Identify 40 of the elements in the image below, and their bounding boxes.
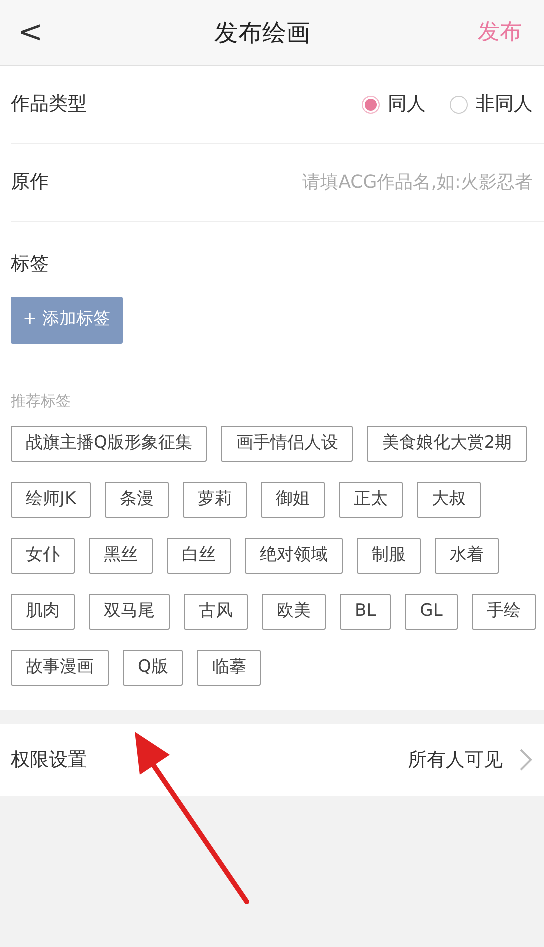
tag-chip[interactable]: 古风 [184, 594, 248, 630]
tag-chip[interactable]: 绝对领域 [245, 538, 343, 574]
radio-label[interactable]: 非同人 [476, 90, 533, 119]
tag-chip[interactable]: 战旗主播Q版形象征集 [11, 426, 208, 462]
tag-chip[interactable]: 白丝 [167, 538, 231, 574]
tag-chip[interactable]: Q版 [123, 650, 184, 686]
tag-chip[interactable]: 萝莉 [183, 482, 248, 518]
tag-chip[interactable]: 欧美 [262, 594, 326, 630]
tag-chip[interactable]: 条漫 [105, 482, 170, 518]
tag-chip[interactable]: 临摹 [197, 650, 262, 686]
input-field[interactable]: 请填ACG作品名,如:火影忍者 [253, 169, 533, 196]
tag-chip[interactable]: GL [405, 594, 458, 630]
back-button[interactable]: < [8, 18, 54, 48]
tag-chip[interactable]: 肌肉 [11, 594, 75, 630]
field-value: 所有人可见 [408, 748, 503, 773]
radio-button[interactable] [362, 96, 380, 114]
field-label: 权限设置 [11, 748, 87, 773]
field-label: 作品类型 [11, 92, 87, 118]
tag-chip[interactable]: 正太 [339, 482, 404, 518]
permission-row[interactable]: 权限设置 所有人可见 [0, 724, 544, 796]
tag-chip[interactable]: 黑丝 [89, 538, 153, 574]
field-label: 原作 [11, 170, 49, 196]
tag-chip[interactable]: 故事漫画 [11, 650, 109, 686]
tag-chip[interactable]: 画手情侣人设 [221, 426, 354, 462]
tag-chip[interactable]: 大叔 [417, 482, 482, 518]
section-label: 标签 [10, 252, 50, 277]
tag-chip[interactable]: BL [340, 594, 392, 630]
tag-chip[interactable]: 美食娘化大赏2期 [367, 426, 528, 462]
radio-label[interactable]: 同人 [388, 90, 426, 119]
tag-chip[interactable]: 御姐 [261, 482, 326, 518]
tag-chip[interactable]: 手绘 [472, 594, 536, 630]
tag-chip[interactable]: 绘师JK [11, 482, 92, 518]
radio-button[interactable] [450, 96, 468, 114]
page-title: 发布绘画 [214, 18, 311, 48]
tag-chip[interactable]: 水着 [435, 538, 499, 574]
chevron-right-icon [519, 748, 533, 772]
tag-chip[interactable]: 双马尾 [89, 594, 170, 630]
tag-chip[interactable]: 女仆 [11, 538, 75, 574]
section-label: 推荐标签 [11, 390, 72, 412]
tag-chip[interactable]: 制服 [357, 538, 421, 574]
